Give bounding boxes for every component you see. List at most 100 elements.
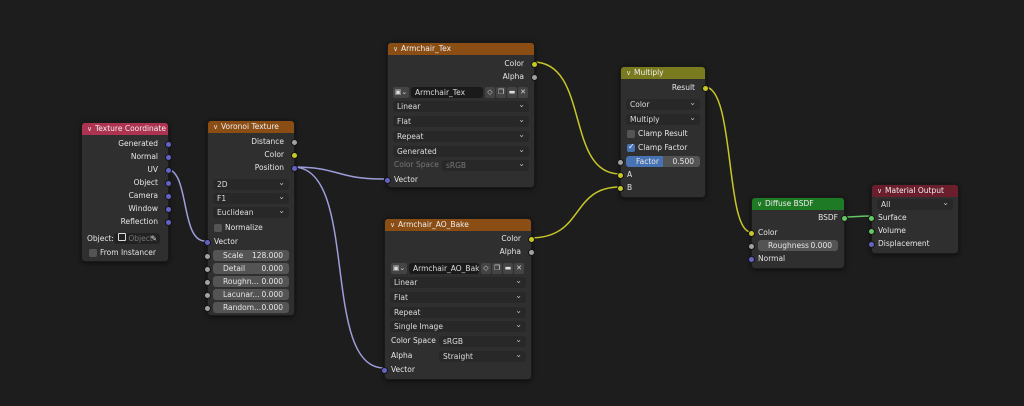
socket-detail[interactable] [204, 266, 211, 273]
socket-displacement[interactable] [868, 241, 875, 248]
socket-roughness[interactable] [748, 243, 755, 250]
eyedropper-icon[interactable]: ✎ [151, 233, 157, 244]
socket-generated[interactable] [165, 141, 172, 148]
duplicate-icon[interactable]: ❐ [496, 87, 506, 98]
texture-coordinate-node[interactable]: ∨ Texture Coordinate Generated Normal UV … [81, 122, 172, 262]
socket-result[interactable] [702, 85, 709, 92]
node-header[interactable]: ∨ Diffuse BSDF [752, 198, 844, 210]
projection-dropdown[interactable]: Flat [390, 292, 526, 303]
feature-dropdown[interactable]: F1 [213, 193, 289, 204]
chevron-down-icon[interactable]: ∨ [213, 121, 221, 133]
scale-field[interactable]: Scale 128.000 [213, 250, 289, 261]
lacunarity-field[interactable]: Lacunar... 0.000 [213, 289, 289, 300]
fake-user-shield-icon[interactable]: ◇ [481, 263, 491, 274]
node-header[interactable]: ∨ Material Output [872, 185, 958, 197]
source-dropdown[interactable]: Single Image [390, 321, 526, 332]
image-name-field[interactable]: Armchair_AO_Bake [409, 263, 479, 274]
socket-vector-input[interactable] [384, 177, 391, 184]
socket-distance[interactable] [291, 139, 298, 146]
blend-mode-dropdown[interactable]: Multiply [626, 114, 700, 125]
node-header[interactable]: ∨ Armchair_AO_Bake [385, 219, 531, 231]
socket-camera[interactable] [165, 193, 172, 200]
factor-slider[interactable]: Factor 0.500 [626, 156, 700, 167]
clamp-result-checkbox[interactable] [627, 130, 635, 138]
object-field[interactable]: Object ✎ [114, 233, 160, 244]
socket-color[interactable] [528, 236, 535, 243]
clamp-factor-checkbox[interactable] [627, 142, 635, 152]
image-name-field[interactable]: Armchair_Tex [411, 87, 483, 98]
socket-volume[interactable] [868, 228, 875, 235]
chevron-down-icon[interactable]: ∨ [390, 219, 398, 231]
socket-bsdf[interactable] [841, 215, 848, 222]
chevron-down-icon[interactable]: ∨ [626, 67, 634, 79]
node-header[interactable]: ∨ Voronoi Texture [208, 121, 294, 133]
roughness-field[interactable]: Roughness 0.000 [758, 240, 838, 251]
socket-b[interactable] [617, 185, 624, 192]
duplicate-icon[interactable]: ❐ [492, 263, 502, 274]
roughness-field[interactable]: Roughn... 0.000 [213, 276, 289, 287]
image-browse-icon[interactable]: ▣⌄ [393, 87, 409, 98]
projection-dropdown[interactable]: Flat [393, 116, 529, 127]
image-selector[interactable]: ▣⌄ Armchair_Tex ◇ ❐ ▬ ✕ [393, 87, 529, 98]
interpolation-dropdown[interactable]: Linear [393, 101, 529, 112]
socket-object[interactable] [165, 180, 172, 187]
socket-alpha[interactable] [528, 249, 535, 256]
mix-multiply-node[interactable]: ∨Multiply Result Color Multiply Clamp Re… [617, 66, 709, 198]
socket-vector-input[interactable] [204, 239, 211, 246]
socket-vector-input[interactable] [381, 367, 388, 374]
close-icon[interactable]: ✕ [514, 263, 524, 274]
socket-uv[interactable] [165, 167, 172, 174]
detail-field[interactable]: Detail 0.000 [213, 263, 289, 274]
diffuse-bsdf-node[interactable]: ∨ Diffuse BSDF BSDF Color Roughness 0.000 … [748, 197, 848, 269]
image-browse-icon[interactable]: ▣⌄ [391, 263, 407, 274]
material-output-node[interactable]: ∨Material Output All Surface Volume Disp… [868, 184, 959, 254]
dimensions-dropdown[interactable]: 2D [213, 179, 289, 190]
chevron-down-icon[interactable]: ∨ [877, 185, 885, 197]
socket-factor[interactable] [617, 159, 624, 166]
node-title: Multiply [634, 68, 664, 77]
close-icon[interactable]: ✕ [518, 87, 528, 98]
voronoi-texture-node[interactable]: ∨ Voronoi Texture Distance Color Position… [204, 120, 298, 316]
vector-label: Vector [394, 175, 418, 184]
node-header[interactable]: ∨ Armchair_Tex [388, 43, 534, 55]
socket-position[interactable] [291, 165, 298, 172]
extension-dropdown[interactable]: Repeat [393, 131, 529, 142]
interpolation-dropdown[interactable]: Linear [390, 277, 526, 288]
socket-normal[interactable] [165, 154, 172, 161]
target-dropdown[interactable]: All [877, 199, 953, 210]
socket-normal[interactable] [748, 256, 755, 263]
chevron-down-icon[interactable]: ∨ [757, 198, 765, 210]
socket-a[interactable] [617, 172, 624, 179]
socket-surface[interactable] [868, 215, 875, 222]
socket-color[interactable] [531, 61, 538, 68]
color-space-dropdown[interactable]: sRGB [439, 336, 526, 347]
folder-icon[interactable]: ▬ [507, 87, 517, 98]
node-header[interactable]: ∨ Multiply [621, 67, 705, 79]
color-space-dropdown[interactable]: sRGB [442, 160, 529, 171]
socket-scale[interactable] [204, 253, 211, 260]
socket-window[interactable] [165, 206, 172, 213]
image-selector[interactable]: ▣⌄ Armchair_AO_Bake ◇ ❐ ▬ ✕ [391, 263, 525, 274]
image-texture-node-ao[interactable]: ∨ Armchair_AO_Bake Color Alpha ▣⌄ Armchai… [381, 218, 535, 380]
socket-color[interactable] [291, 152, 298, 159]
chevron-down-icon[interactable]: ∨ [393, 43, 401, 55]
from-instancer-checkbox[interactable] [89, 249, 97, 257]
folder-icon[interactable]: ▬ [503, 263, 513, 274]
randomness-field[interactable]: Random... 0.000 [213, 302, 289, 313]
socket-randomness[interactable] [204, 305, 211, 312]
metric-dropdown[interactable]: Euclidean [213, 207, 289, 218]
socket-roughness[interactable] [204, 279, 211, 286]
normalize-checkbox[interactable] [214, 224, 222, 232]
alpha-mode-dropdown[interactable]: Straight [439, 351, 526, 362]
fake-user-shield-icon[interactable]: ◇ [485, 87, 495, 98]
node-header[interactable]: ∨ Texture Coordinate [82, 123, 168, 135]
socket-reflection[interactable] [165, 219, 172, 226]
socket-alpha[interactable] [531, 74, 538, 81]
data-type-dropdown[interactable]: Color [626, 99, 700, 110]
socket-color-input[interactable] [748, 230, 755, 237]
chevron-down-icon[interactable]: ∨ [87, 123, 95, 135]
extension-dropdown[interactable]: Repeat [390, 307, 526, 318]
source-dropdown[interactable]: Generated [393, 146, 529, 157]
socket-lacunarity[interactable] [204, 292, 211, 299]
image-texture-node-tex[interactable]: ∨ Armchair_Tex Color Alpha ▣⌄ Armchair_Te… [384, 42, 538, 188]
